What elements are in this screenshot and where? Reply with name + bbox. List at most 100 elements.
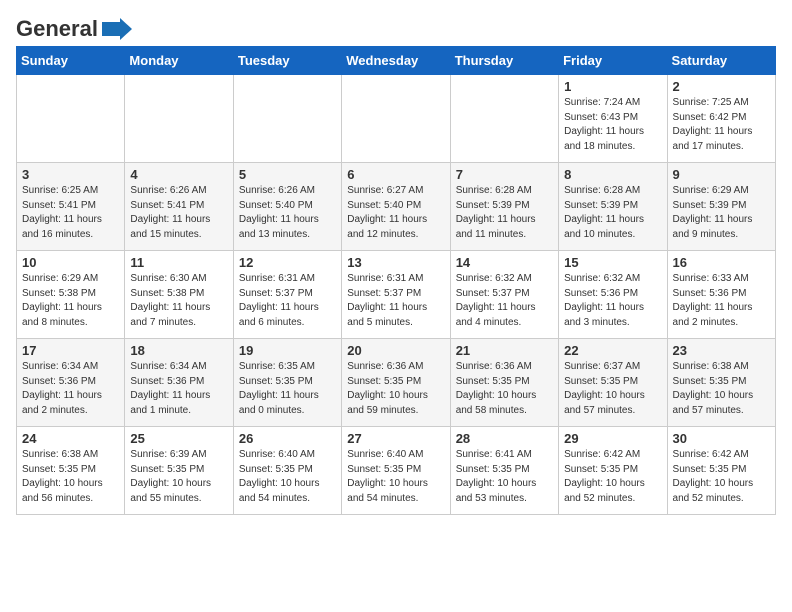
day-info: Sunrise: 6:26 AM Sunset: 5:41 PM Dayligh… (130, 184, 227, 242)
calendar-cell: 29Sunrise: 6:42 AM Sunset: 5:35 PM Dayli… (559, 427, 667, 515)
logo: General (16, 16, 132, 38)
calendar-cell: 15 Sunrise: 6:32 AM Sunset: 5:36 PM Dayli… (559, 251, 667, 339)
calendar-cell (233, 75, 341, 163)
day-info: Sunrise: 6:35 AM Sunset: 5:35 PM Dayligh… (239, 360, 336, 418)
calendar-cell: 28 Sunrise: 6:41 AM Sunset: 5:35 PM Dayli… (450, 427, 558, 515)
day-info: Sunrise: 6:28 AM Sunset: 5:39 PM Dayligh… (456, 184, 553, 242)
day-info: Sunrise: 7:25 AM Sunset: 6:42 PM Dayligh… (673, 96, 770, 154)
day-info: Sunrise: 6:26 AM Sunset: 5:40 PM Dayligh… (239, 184, 336, 242)
calendar: SundayMondayTuesdayWednesdayThursdayFrid… (16, 46, 776, 515)
calendar-cell: 18 Sunrise: 6:34 AM Sunset: 5:36 PM Dayli… (125, 339, 233, 427)
calendar-cell: 16 Sunrise: 6:33 AM Sunset: 5:36 PM Dayli… (667, 251, 775, 339)
day-number: 6 (347, 167, 444, 182)
calendar-cell: 4 Sunrise: 6:26 AM Sunset: 5:41 PM Daylig… (125, 163, 233, 251)
weekday-header-saturday: Saturday (667, 47, 775, 75)
calendar-cell: 12 Sunrise: 6:31 AM Sunset: 5:37 PM Dayli… (233, 251, 341, 339)
calendar-cell: 2 Sunrise: 7:25 AM Sunset: 6:42 PM Daylig… (667, 75, 775, 163)
day-info: Sunrise: 6:33 AM Sunset: 5:36 PM Dayligh… (673, 272, 770, 330)
weekday-header-friday: Friday (559, 47, 667, 75)
day-info: Sunrise: 6:30 AM Sunset: 5:38 PM Dayligh… (130, 272, 227, 330)
calendar-cell: 23 Sunrise: 6:38 AM Sunset: 5:35 PM Dayli… (667, 339, 775, 427)
day-number: 8 (564, 167, 661, 182)
day-info: Sunrise: 6:27 AM Sunset: 5:40 PM Dayligh… (347, 184, 444, 242)
day-number: 20 (347, 343, 444, 358)
calendar-cell: 14 Sunrise: 6:32 AM Sunset: 5:37 PM Dayli… (450, 251, 558, 339)
day-number: 28 (456, 431, 553, 446)
weekday-header-thursday: Thursday (450, 47, 558, 75)
day-info: Sunrise: 6:37 AM Sunset: 5:35 PM Dayligh… (564, 360, 661, 418)
day-number: 1 (564, 79, 661, 94)
day-info: Sunrise: 6:36 AM Sunset: 5:35 PM Dayligh… (347, 360, 444, 418)
day-info: Sunrise: 6:36 AM Sunset: 5:35 PM Dayligh… (456, 360, 553, 418)
weekday-header-monday: Monday (125, 47, 233, 75)
day-info: Sunrise: 7:24 AM Sunset: 6:43 PM Dayligh… (564, 96, 661, 154)
day-number: 16 (673, 255, 770, 270)
day-info: Sunrise: 6:31 AM Sunset: 5:37 PM Dayligh… (239, 272, 336, 330)
calendar-cell: 24Sunrise: 6:38 AM Sunset: 5:35 PM Dayli… (17, 427, 125, 515)
logo-general: General (16, 16, 98, 41)
calendar-cell: 11 Sunrise: 6:30 AM Sunset: 5:38 PM Dayli… (125, 251, 233, 339)
day-info: Sunrise: 6:40 AM Sunset: 5:35 PM Dayligh… (239, 448, 336, 506)
day-number: 19 (239, 343, 336, 358)
day-number: 30 (673, 431, 770, 446)
day-info: Sunrise: 6:34 AM Sunset: 5:36 PM Dayligh… (22, 360, 119, 418)
day-number: 2 (673, 79, 770, 94)
weekday-header-row: SundayMondayTuesdayWednesdayThursdayFrid… (17, 47, 776, 75)
calendar-cell: 20 Sunrise: 6:36 AM Sunset: 5:35 PM Dayli… (342, 339, 450, 427)
day-number: 4 (130, 167, 227, 182)
day-info: Sunrise: 6:42 AM Sunset: 5:35 PM Dayligh… (564, 448, 661, 506)
day-number: 14 (456, 255, 553, 270)
calendar-cell (17, 75, 125, 163)
day-number: 25 (130, 431, 227, 446)
calendar-cell: 9 Sunrise: 6:29 AM Sunset: 5:39 PM Daylig… (667, 163, 775, 251)
day-number: 13 (347, 255, 444, 270)
day-info: Sunrise: 6:42 AM Sunset: 5:35 PM Dayligh… (673, 448, 770, 506)
day-info: Sunrise: 6:38 AM Sunset: 5:35 PM Dayligh… (673, 360, 770, 418)
day-number: 17 (22, 343, 119, 358)
day-info: Sunrise: 6:40 AM Sunset: 5:35 PM Dayligh… (347, 448, 444, 506)
week-row-2: 3 Sunrise: 6:25 AM Sunset: 5:41 PM Daylig… (17, 163, 776, 251)
day-info: Sunrise: 6:39 AM Sunset: 5:35 PM Dayligh… (130, 448, 227, 506)
calendar-cell: 22 Sunrise: 6:37 AM Sunset: 5:35 PM Dayli… (559, 339, 667, 427)
week-row-5: 24Sunrise: 6:38 AM Sunset: 5:35 PM Dayli… (17, 427, 776, 515)
week-row-4: 17 Sunrise: 6:34 AM Sunset: 5:36 PM Dayli… (17, 339, 776, 427)
day-number: 22 (564, 343, 661, 358)
calendar-cell: 30 Sunrise: 6:42 AM Sunset: 5:35 PM Dayli… (667, 427, 775, 515)
calendar-cell (125, 75, 233, 163)
day-number: 3 (22, 167, 119, 182)
day-number: 7 (456, 167, 553, 182)
calendar-cell: 21Sunrise: 6:36 AM Sunset: 5:35 PM Dayli… (450, 339, 558, 427)
week-row-1: 1 Sunrise: 7:24 AM Sunset: 6:43 PM Daylig… (17, 75, 776, 163)
day-info: Sunrise: 6:31 AM Sunset: 5:37 PM Dayligh… (347, 272, 444, 330)
day-number: 12 (239, 255, 336, 270)
calendar-cell: 19 Sunrise: 6:35 AM Sunset: 5:35 PM Dayli… (233, 339, 341, 427)
calendar-cell: 7 Sunrise: 6:28 AM Sunset: 5:39 PM Daylig… (450, 163, 558, 251)
day-number: 9 (673, 167, 770, 182)
day-number: 10 (22, 255, 119, 270)
day-number: 5 (239, 167, 336, 182)
calendar-cell (342, 75, 450, 163)
weekday-header-tuesday: Tuesday (233, 47, 341, 75)
day-info: Sunrise: 6:28 AM Sunset: 5:39 PM Dayligh… (564, 184, 661, 242)
logo-arrow-icon (102, 18, 132, 40)
calendar-cell: 5 Sunrise: 6:26 AM Sunset: 5:40 PM Daylig… (233, 163, 341, 251)
day-number: 24 (22, 431, 119, 446)
day-number: 15 (564, 255, 661, 270)
header: General (16, 16, 776, 38)
day-number: 11 (130, 255, 227, 270)
day-number: 23 (673, 343, 770, 358)
day-info: Sunrise: 6:29 AM Sunset: 5:39 PM Dayligh… (673, 184, 770, 242)
day-info: Sunrise: 6:41 AM Sunset: 5:35 PM Dayligh… (456, 448, 553, 506)
calendar-cell: 10Sunrise: 6:29 AM Sunset: 5:38 PM Dayli… (17, 251, 125, 339)
day-info: Sunrise: 6:32 AM Sunset: 5:37 PM Dayligh… (456, 272, 553, 330)
day-info: Sunrise: 6:25 AM Sunset: 5:41 PM Dayligh… (22, 184, 119, 242)
day-info: Sunrise: 6:32 AM Sunset: 5:36 PM Dayligh… (564, 272, 661, 330)
weekday-header-sunday: Sunday (17, 47, 125, 75)
calendar-cell: 17 Sunrise: 6:34 AM Sunset: 5:36 PM Dayli… (17, 339, 125, 427)
weekday-header-wednesday: Wednesday (342, 47, 450, 75)
day-info: Sunrise: 6:34 AM Sunset: 5:36 PM Dayligh… (130, 360, 227, 418)
calendar-cell: 1 Sunrise: 7:24 AM Sunset: 6:43 PM Daylig… (559, 75, 667, 163)
calendar-cell (450, 75, 558, 163)
day-number: 26 (239, 431, 336, 446)
day-number: 18 (130, 343, 227, 358)
